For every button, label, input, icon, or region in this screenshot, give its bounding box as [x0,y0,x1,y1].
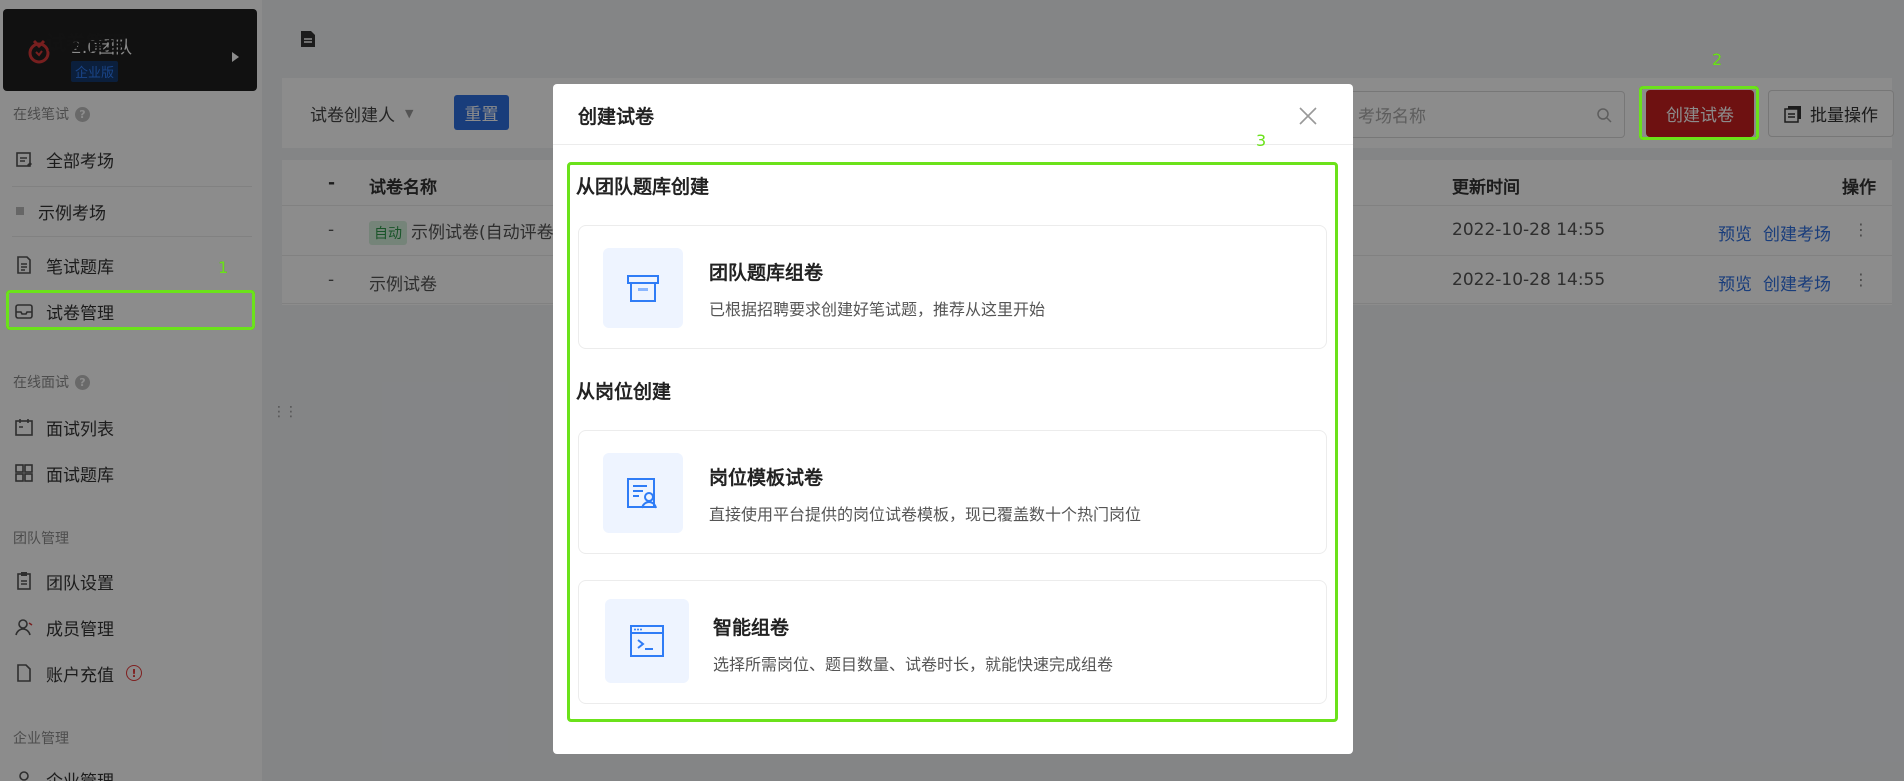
card-desc: 选择所需岗位、题目数量、试卷时长，就能快速完成组卷 [713,655,1114,674]
card-title: 团队题库组卷 [709,262,824,284]
annotation-3: 3 [1256,131,1267,150]
close-icon[interactable] [1298,106,1318,126]
card-position-template[interactable]: 岗位模板试卷 直接使用平台提供的岗位试卷模板，现已覆盖数十个热门岗位 [578,430,1327,554]
terminal-icon [630,625,664,657]
card-icon-container [603,453,683,533]
card-desc: 直接使用平台提供的岗位试卷模板，现已覆盖数十个热门岗位 [709,505,1142,524]
section-from-position: 从岗位创建 [576,381,672,403]
card-smart-compose[interactable]: 智能组卷 选择所需岗位、题目数量、试卷时长，就能快速完成组卷 [578,580,1327,704]
card-team-bank[interactable]: 团队题库组卷 已根据招聘要求创建好笔试题，推荐从这里开始 [578,225,1327,349]
card-title: 智能组卷 [713,617,790,639]
annotation-2-overlay: 2 [1712,50,1723,69]
annotation-1-overlay: 1 [218,258,229,277]
card-desc: 已根据招聘要求创建好笔试题，推荐从这里开始 [709,300,1046,319]
modal-divider [553,144,1353,145]
resume-icon [627,478,657,509]
highlight-box-1-overlay [6,290,255,330]
card-title: 岗位模板试卷 [709,467,824,489]
card-icon-container [605,599,689,683]
create-paper-modal: 创建试卷 3 从团队题库创建 团队题库组卷 已根据招聘要求创建好笔试题，推荐从这… [553,84,1353,754]
modal-title: 创建试卷 [578,106,655,128]
archive-box-icon [627,275,659,302]
card-icon-container [603,248,683,328]
highlight-box-2-overlay [1639,86,1759,140]
section-from-team-bank: 从团队题库创建 [576,176,710,198]
